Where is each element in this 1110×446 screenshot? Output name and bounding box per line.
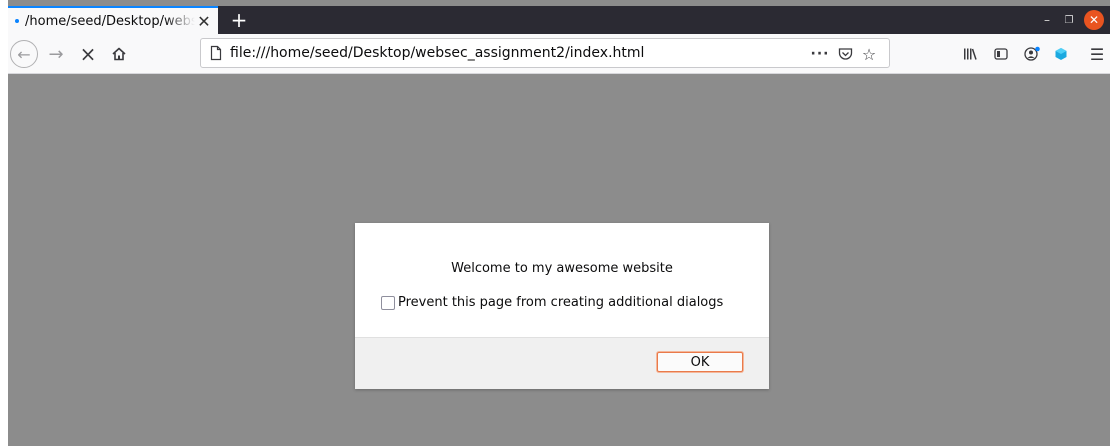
browser-window: /home/seed/Desktop/websec_assignment2/in… bbox=[8, 0, 1110, 446]
account-icon[interactable] bbox=[1018, 40, 1046, 68]
tab-loading-indicator bbox=[15, 19, 19, 23]
stop-icon[interactable]: × bbox=[74, 40, 102, 68]
home-icon[interactable] bbox=[105, 40, 133, 68]
pocket-icon[interactable] bbox=[834, 43, 856, 65]
tab-active[interactable]: /home/seed/Desktop/websec_assignment2/in… bbox=[8, 6, 218, 34]
arrow-left-icon[interactable]: ← bbox=[10, 40, 38, 68]
library-icon[interactable] bbox=[956, 40, 984, 68]
arrow-right-icon[interactable]: → bbox=[42, 40, 70, 68]
star-icon[interactable]: ☆ bbox=[858, 43, 880, 65]
window-close-icon[interactable]: ✕ bbox=[1084, 10, 1104, 30]
url-bar[interactable]: file:///home/seed/Desktop/websec_assignm… bbox=[200, 38, 890, 68]
more-icon[interactable]: ··· bbox=[809, 43, 831, 65]
alert-dialog: Welcome to my awesome website Prevent th… bbox=[355, 223, 769, 389]
dialog-footer: OK bbox=[355, 337, 769, 389]
tab-strip: /home/seed/Desktop/websec_assignment2/in… bbox=[8, 6, 1110, 34]
prevent-dialogs-checkbox[interactable] bbox=[381, 295, 395, 310]
close-icon[interactable]: ✕ bbox=[196, 12, 212, 31]
prevent-dialogs-label[interactable]: Prevent this page from creating addition… bbox=[398, 295, 723, 310]
dialog-message: Welcome to my awesome website bbox=[451, 261, 673, 276]
prevent-dialogs-option[interactable]: Prevent this page from creating addition… bbox=[381, 295, 723, 310]
page-icon bbox=[208, 45, 224, 61]
tab-title: /home/seed/Desktop/websec_assignment2/in… bbox=[25, 13, 195, 29]
page-content: Welcome to my awesome website Prevent th… bbox=[8, 75, 1110, 446]
sidebar-icon[interactable] bbox=[987, 40, 1015, 68]
ok-button[interactable]: OK bbox=[657, 352, 743, 372]
restore-icon[interactable]: ❐ bbox=[1059, 10, 1079, 30]
extension-icon[interactable] bbox=[1047, 40, 1075, 68]
url-text[interactable]: file:///home/seed/Desktop/websec_assignm… bbox=[230, 45, 644, 61]
plus-icon[interactable]: + bbox=[224, 6, 254, 34]
hamburger-icon[interactable]: ☰ bbox=[1083, 40, 1110, 68]
minimize-icon[interactable]: – bbox=[1037, 10, 1057, 30]
navigation-bar: ← → × file:///home/seed/Desktop/websec_a… bbox=[8, 34, 1110, 74]
